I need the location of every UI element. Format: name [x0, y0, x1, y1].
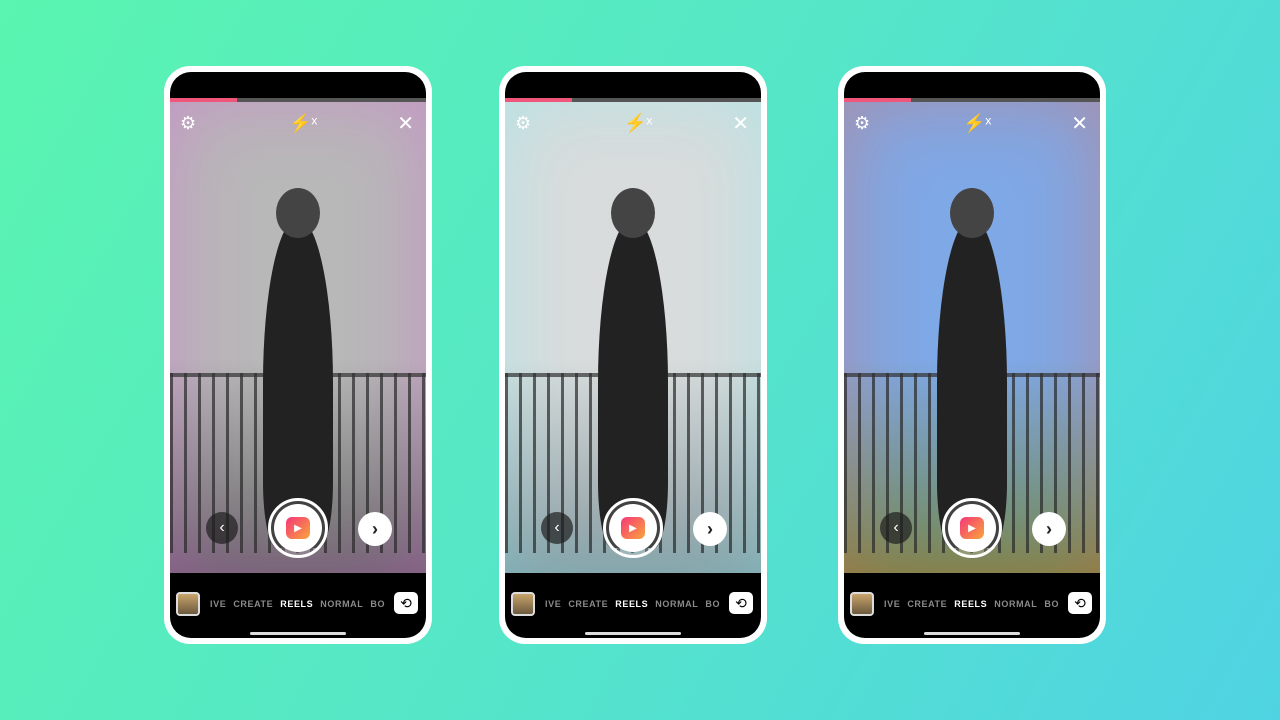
mode-reels[interactable]: REELS — [954, 599, 987, 609]
mode-reels[interactable]: REELS — [615, 599, 648, 609]
mode-create[interactable]: CREATE — [233, 599, 273, 609]
flip-camera-button[interactable]: ⟲ — [394, 592, 418, 614]
close-icon[interactable]: ✕ — [1071, 114, 1088, 134]
mode-create[interactable]: CREATE — [907, 599, 947, 609]
chevron-left-icon: ‹ — [893, 519, 899, 536]
next-button[interactable]: › — [358, 512, 392, 546]
mode-normal[interactable]: NORMAL — [320, 599, 363, 609]
mode-create[interactable]: CREATE — [568, 599, 608, 609]
flash-off-icon[interactable]: ⚡ˣ — [624, 114, 652, 132]
reels-icon: ▶ — [621, 517, 645, 539]
mode-boomerang[interactable]: BO — [1044, 599, 1059, 609]
person-head — [276, 188, 320, 238]
flip-camera-button[interactable]: ⟲ — [1068, 592, 1092, 614]
recording-progress-bar — [170, 98, 426, 102]
person-head — [950, 188, 994, 238]
back-button[interactable]: ‹ — [880, 512, 912, 544]
flip-camera-button[interactable]: ⟲ — [729, 592, 753, 614]
record-button[interactable]: ▶ — [603, 498, 663, 558]
record-button[interactable]: ▶ — [942, 498, 1002, 558]
home-indicator — [924, 632, 1020, 635]
camera-screen: ⚙ ⚡ˣ ✕ ‹ ▶ › IVE CREATE REELS NORMAL BO … — [844, 72, 1100, 638]
close-icon[interactable]: ✕ — [732, 114, 749, 134]
chevron-left-icon: ‹ — [219, 519, 225, 536]
gallery-thumbnail[interactable] — [511, 592, 535, 616]
mode-normal[interactable]: NORMAL — [655, 599, 698, 609]
gallery-thumbnail[interactable] — [176, 592, 200, 616]
back-button[interactable]: ‹ — [541, 512, 573, 544]
progress-fill — [505, 98, 572, 102]
mode-boomerang[interactable]: BO — [705, 599, 720, 609]
mode-live[interactable]: IVE — [545, 599, 561, 609]
mode-boomerang[interactable]: BO — [370, 599, 385, 609]
progress-fill — [844, 98, 911, 102]
phone-mockup: ⚙ ⚡ˣ ✕ ‹ ▶ › IVE CREATE REELS NORMAL BO … — [164, 66, 432, 644]
next-button[interactable]: › — [693, 512, 727, 546]
chevron-right-icon: › — [1046, 518, 1052, 539]
camera-screen: ⚙ ⚡ˣ ✕ ‹ ▶ › IVE CREATE REELS NORMAL BO … — [170, 72, 426, 638]
home-indicator — [585, 632, 681, 635]
record-button[interactable]: ▶ — [268, 498, 328, 558]
chevron-right-icon: › — [707, 518, 713, 539]
gallery-thumbnail[interactable] — [850, 592, 874, 616]
flash-off-icon[interactable]: ⚡ˣ — [289, 114, 317, 132]
close-icon[interactable]: ✕ — [397, 114, 414, 134]
camera-mode-selector: IVE CREATE REELS NORMAL BO — [545, 599, 720, 609]
next-button[interactable]: › — [1032, 512, 1066, 546]
mode-live[interactable]: IVE — [210, 599, 226, 609]
phone-mockup: ⚙ ⚡ˣ ✕ ‹ ▶ › IVE CREATE REELS NORMAL BO … — [499, 66, 767, 644]
flash-off-icon[interactable]: ⚡ˣ — [963, 114, 991, 132]
recording-progress-bar — [844, 98, 1100, 102]
reels-icon: ▶ — [960, 517, 984, 539]
person-head — [611, 188, 655, 238]
flip-camera-icon: ⟲ — [735, 594, 747, 611]
progress-fill — [170, 98, 237, 102]
reels-icon: ▶ — [286, 517, 310, 539]
phone-mockup: ⚙ ⚡ˣ ✕ ‹ ▶ › IVE CREATE REELS NORMAL BO … — [838, 66, 1106, 644]
camera-mode-selector: IVE CREATE REELS NORMAL BO — [884, 599, 1059, 609]
mode-reels[interactable]: REELS — [280, 599, 313, 609]
settings-icon[interactable]: ⚙ — [515, 114, 531, 132]
chevron-right-icon: › — [372, 518, 378, 539]
mode-live[interactable]: IVE — [884, 599, 900, 609]
mode-normal[interactable]: NORMAL — [994, 599, 1037, 609]
recording-progress-bar — [505, 98, 761, 102]
camera-mode-selector: IVE CREATE REELS NORMAL BO — [210, 599, 385, 609]
chevron-left-icon: ‹ — [554, 519, 560, 536]
home-indicator — [250, 632, 346, 635]
flip-camera-icon: ⟲ — [1074, 594, 1086, 611]
camera-screen: ⚙ ⚡ˣ ✕ ‹ ▶ › IVE CREATE REELS NORMAL BO … — [505, 72, 761, 638]
settings-icon[interactable]: ⚙ — [180, 114, 196, 132]
flip-camera-icon: ⟲ — [400, 594, 412, 611]
back-button[interactable]: ‹ — [206, 512, 238, 544]
settings-icon[interactable]: ⚙ — [854, 114, 870, 132]
